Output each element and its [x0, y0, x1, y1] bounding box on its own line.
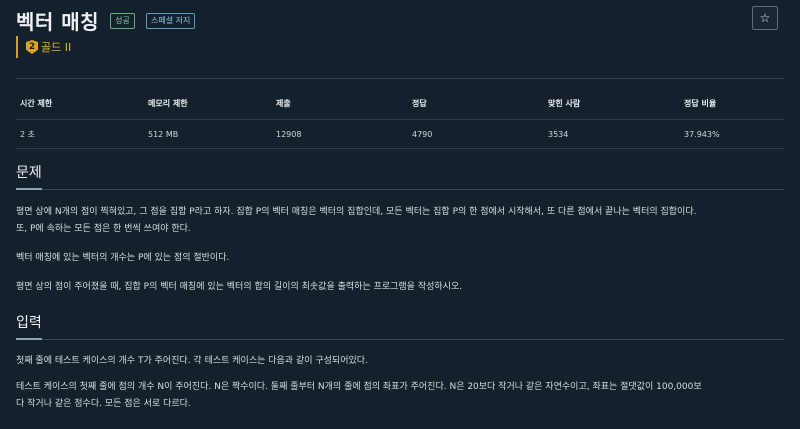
- table-header-row: 시간 제한 메모리 제한 제출 정답 맞힌 사람 정답 비율: [16, 92, 784, 120]
- special-judge-badge[interactable]: 스페셜 저지: [146, 12, 196, 29]
- input-paragraph-2: 테스트 케이스의 첫째 줄에 점의 개수 N이 주어진다. N은 짝수이다. 둘…: [16, 379, 784, 413]
- time-limit-value: 2 초: [16, 119, 144, 149]
- header-accepted: 정답: [408, 92, 544, 120]
- problem-tier[interactable]: 2 골드 II: [16, 36, 71, 58]
- input-section-heading: 입력: [16, 312, 784, 340]
- input-section-title: 입력: [16, 312, 42, 340]
- tier-label: 골드 II: [41, 41, 72, 54]
- header-ratio: 정답 비율: [680, 92, 784, 120]
- problem-section-title: 문제: [16, 162, 42, 190]
- input-paragraph-1: 첫째 줄에 테스트 케이스의 개수 T가 주어진다. 각 테스트 케이스는 다음…: [16, 356, 368, 366]
- problem-paragraph-3: 평면 상의 점이 주어졌을 때, 집합 P의 벡터 매칭에 있는 벡터의 합의 …: [16, 282, 463, 292]
- header-divider: [16, 78, 784, 79]
- gold-tier-badge-icon: 2: [26, 40, 38, 54]
- problem-text-line: 평면 상에 N개의 점이 찍혀있고, 그 점을 집합 P라고 하자. 집합 P의…: [16, 207, 697, 217]
- status-badge-success[interactable]: 성공: [110, 12, 135, 29]
- problem-section-heading: 문제: [16, 162, 784, 190]
- accepted-value[interactable]: 4790: [408, 119, 544, 149]
- input-text-line: 다 작거나 같은 정수다. 모든 점은 서로 다르다.: [16, 399, 191, 409]
- problem-header: 벡터 매칭 성공 스페셜 저지 ☆: [16, 6, 784, 34]
- header-time-limit: 시간 제한: [16, 92, 144, 120]
- problem-title: 벡터 매칭: [16, 10, 100, 34]
- submissions-value[interactable]: 12908: [272, 119, 408, 149]
- memory-limit-value: 512 MB: [144, 119, 272, 149]
- input-text-line: 테스트 케이스의 첫째 줄에 점의 개수 N이 주어진다. N은 짝수이다. 둘…: [16, 382, 702, 392]
- solvers-value[interactable]: 3534: [544, 119, 680, 149]
- header-memory-limit: 메모리 제한: [144, 92, 272, 120]
- problem-paragraph-1: 평면 상에 N개의 점이 찍혀있고, 그 점을 집합 P라고 하자. 집합 P의…: [16, 204, 784, 238]
- problem-info-table: 시간 제한 메모리 제한 제출 정답 맞힌 사람 정답 비율 2 초 512 M…: [16, 92, 784, 149]
- ratio-value: 37.943%: [680, 119, 784, 149]
- header-solvers: 맞힌 사람: [544, 92, 680, 120]
- star-outline-icon: ☆: [759, 11, 771, 25]
- problem-paragraph-2: 벡터 매칭에 있는 벡터의 개수는 P에 있는 점의 절반이다.: [16, 253, 230, 263]
- problem-text-line: 또, P에 속하는 모든 점은 한 번씩 쓰여야 한다.: [16, 224, 191, 234]
- favorite-star-button[interactable]: ☆: [752, 6, 778, 30]
- header-submissions: 제출: [272, 92, 408, 120]
- table-row: 2 초 512 MB 12908 4790 3534 37.943%: [16, 119, 784, 149]
